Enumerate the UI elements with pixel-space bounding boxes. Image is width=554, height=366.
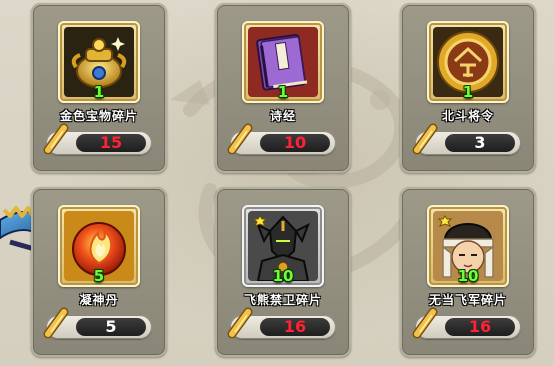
item-slot[interactable]: 1	[242, 21, 324, 103]
cost-display[interactable]: 16	[412, 307, 521, 339]
item-card-book-of-songs[interactable]: 1 诗经 10	[215, 3, 351, 173]
item-card-flying-bear-guard-fragment[interactable]: 10 飞熊禁卫碎片 16	[215, 187, 351, 357]
scroll-currency-icon	[227, 123, 253, 155]
scroll-currency-icon	[412, 307, 438, 339]
cost-display[interactable]: 16	[227, 307, 336, 339]
item-count: 10	[272, 267, 294, 285]
cost-amount: 16	[468, 317, 492, 336]
cost-amount: 5	[105, 317, 117, 336]
item-slot[interactable]: 1	[427, 21, 509, 103]
scroll-currency-icon	[43, 123, 69, 155]
item-card-golden-treasure-fragment[interactable]: 1 金色宝物碎片 15	[31, 3, 167, 173]
item-card-wudang-flying-army-fragment[interactable]: 10 无当飞军碎片 16	[400, 187, 536, 357]
cost-display[interactable]: 10	[227, 123, 336, 155]
cost-display[interactable]: 5	[43, 307, 152, 339]
item-count: 10	[457, 267, 479, 285]
item-slot[interactable]: 5	[58, 205, 140, 287]
item-count: 1	[277, 83, 289, 101]
scroll-currency-icon	[412, 123, 438, 155]
item-card-focus-pill[interactable]: 5 凝神丹 5	[31, 187, 167, 357]
scroll-currency-icon	[227, 307, 253, 339]
item-slot[interactable]: 10	[242, 205, 324, 287]
scroll-currency-icon	[43, 307, 69, 339]
item-count: 1	[462, 83, 474, 101]
cost-display[interactable]: 15	[43, 123, 152, 155]
item-count: 1	[93, 83, 105, 101]
cost-amount: 10	[283, 133, 307, 152]
cost-amount: 16	[283, 317, 307, 336]
cost-display[interactable]: 3	[412, 123, 521, 155]
cost-amount: 3	[474, 133, 486, 152]
item-slot[interactable]: 1	[58, 21, 140, 103]
item-card-beidou-command[interactable]: 1 北斗将令 3	[400, 3, 536, 173]
item-slot[interactable]: 10	[427, 205, 509, 287]
item-count: 5	[93, 267, 105, 285]
cost-amount: 15	[99, 133, 123, 152]
